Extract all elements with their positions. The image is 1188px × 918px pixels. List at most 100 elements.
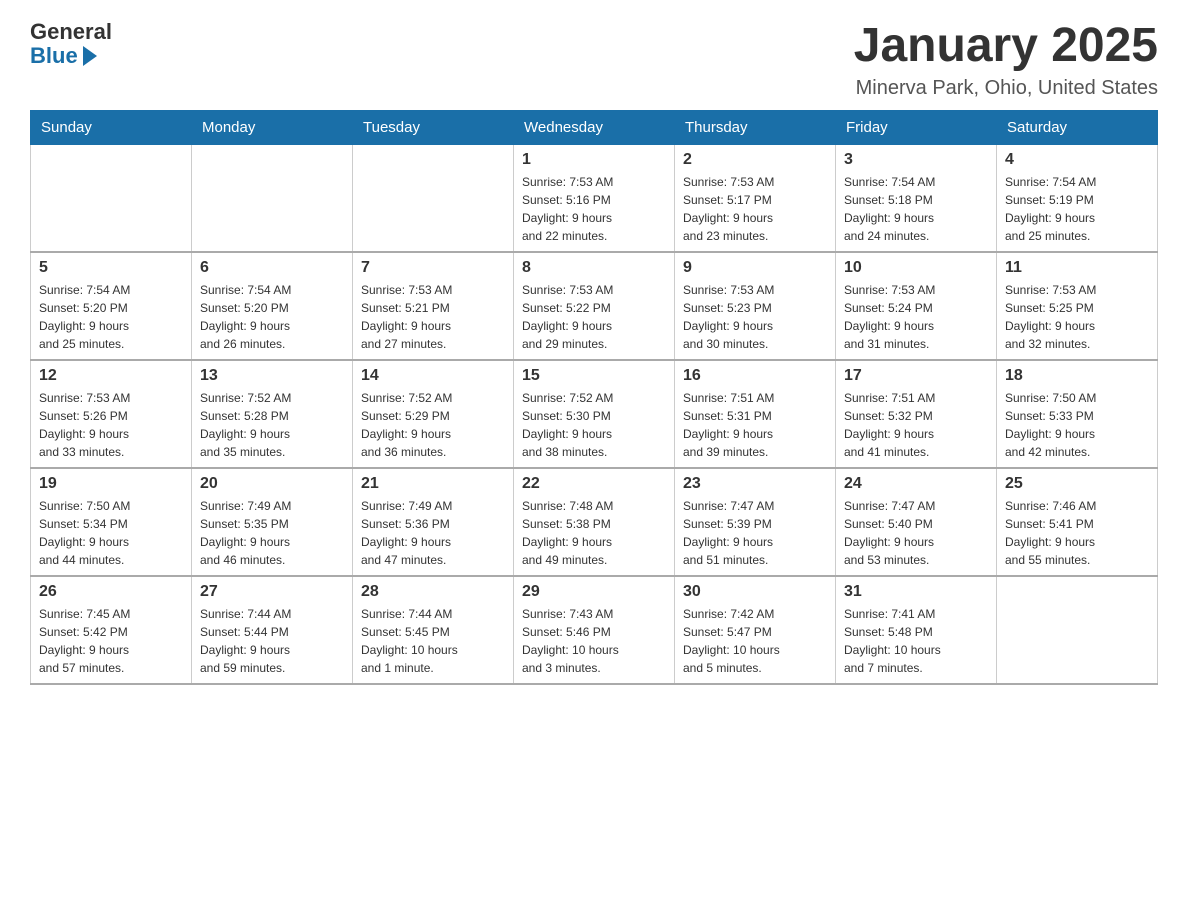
day-number: 4 xyxy=(1005,151,1149,169)
day-info: Sunrise: 7:53 AMSunset: 5:24 PMDaylight:… xyxy=(844,281,988,353)
day-info: Sunrise: 7:50 AMSunset: 5:33 PMDaylight:… xyxy=(1005,389,1149,461)
calendar-cell: 3Sunrise: 7:54 AMSunset: 5:18 PMDaylight… xyxy=(836,144,997,252)
day-info: Sunrise: 7:53 AMSunset: 5:17 PMDaylight:… xyxy=(683,173,827,245)
calendar-cell: 21 Sunrise: 7:49 AMSunset: 5:36 PMDayligh… xyxy=(353,468,514,576)
calendar-cell: 17Sunrise: 7:51 AMSunset: 5:32 PMDayligh… xyxy=(836,360,997,468)
calendar-cell: 1Sunrise: 7:53 AMSunset: 5:16 PMDaylight… xyxy=(514,144,675,252)
day-info: Sunrise: 7:53 AMSunset: 5:25 PMDaylight:… xyxy=(1005,281,1149,353)
day-number: 14 xyxy=(361,367,505,385)
week-row-5: 26 Sunrise: 7:45 AMSunset: 5:42 PMDayligh… xyxy=(31,576,1158,684)
week-row-4: 19 Sunrise: 7:50 AMSunset: 5:34 PMDayligh… xyxy=(31,468,1158,576)
calendar-cell xyxy=(353,144,514,252)
day-info: Sunrise: 7:53 AMSunset: 5:26 PMDaylight:… xyxy=(39,389,183,461)
day-info: Sunrise: 7:54 AMSunset: 5:20 PMDaylight:… xyxy=(39,281,183,353)
day-number: 25 xyxy=(1005,475,1149,493)
day-info: Sunrise: 7:52 AMSunset: 5:29 PMDaylight:… xyxy=(361,389,505,461)
calendar-cell: 10 Sunrise: 7:53 AMSunset: 5:24 PMDayligh… xyxy=(836,252,997,360)
day-number: 10 xyxy=(844,259,988,277)
calendar-cell: 6 Sunrise: 7:54 AMSunset: 5:20 PMDaylight… xyxy=(192,252,353,360)
day-info: Sunrise: 7:53 AMSunset: 5:22 PMDaylight:… xyxy=(522,281,666,353)
day-info: Sunrise: 7:53 AMSunset: 5:23 PMDaylight:… xyxy=(683,281,827,353)
day-info: Sunrise: 7:46 AMSunset: 5:41 PMDaylight:… xyxy=(1005,497,1149,569)
calendar-cell: 7Sunrise: 7:53 AMSunset: 5:21 PMDaylight… xyxy=(353,252,514,360)
day-number: 30 xyxy=(683,583,827,601)
day-number: 23 xyxy=(683,475,827,493)
day-number: 19 xyxy=(39,475,183,493)
day-info: Sunrise: 7:51 AMSunset: 5:31 PMDaylight:… xyxy=(683,389,827,461)
calendar-cell: 28Sunrise: 7:44 AMSunset: 5:45 PMDayligh… xyxy=(353,576,514,684)
day-number: 5 xyxy=(39,259,183,277)
calendar-cell: 11 Sunrise: 7:53 AMSunset: 5:25 PMDayligh… xyxy=(997,252,1158,360)
day-info: Sunrise: 7:41 AMSunset: 5:48 PMDaylight:… xyxy=(844,605,988,677)
calendar-title: January 2025 xyxy=(854,20,1158,73)
day-number: 18 xyxy=(1005,367,1149,385)
header-tuesday: Tuesday xyxy=(353,110,514,144)
calendar-cell: 19 Sunrise: 7:50 AMSunset: 5:34 PMDayligh… xyxy=(31,468,192,576)
day-number: 24 xyxy=(844,475,988,493)
day-number: 13 xyxy=(200,367,344,385)
day-number: 2 xyxy=(683,151,827,169)
day-number: 29 xyxy=(522,583,666,601)
header-sunday: Sunday xyxy=(31,110,192,144)
day-info: Sunrise: 7:47 AMSunset: 5:40 PMDaylight:… xyxy=(844,497,988,569)
day-info: Sunrise: 7:44 AMSunset: 5:44 PMDaylight:… xyxy=(200,605,344,677)
header-monday: Monday xyxy=(192,110,353,144)
day-number: 28 xyxy=(361,583,505,601)
logo-blue: Blue xyxy=(30,44,78,68)
day-number: 27 xyxy=(200,583,344,601)
calendar-cell: 14 Sunrise: 7:52 AMSunset: 5:29 PMDayligh… xyxy=(353,360,514,468)
day-info: Sunrise: 7:47 AMSunset: 5:39 PMDaylight:… xyxy=(683,497,827,569)
header-saturday: Saturday xyxy=(997,110,1158,144)
calendar-cell xyxy=(31,144,192,252)
day-number: 26 xyxy=(39,583,183,601)
day-info: Sunrise: 7:43 AMSunset: 5:46 PMDaylight:… xyxy=(522,605,666,677)
day-number: 16 xyxy=(683,367,827,385)
day-info: Sunrise: 7:48 AMSunset: 5:38 PMDaylight:… xyxy=(522,497,666,569)
calendar-cell: 27 Sunrise: 7:44 AMSunset: 5:44 PMDayligh… xyxy=(192,576,353,684)
day-info: Sunrise: 7:49 AMSunset: 5:35 PMDaylight:… xyxy=(200,497,344,569)
week-row-3: 12 Sunrise: 7:53 AMSunset: 5:26 PMDayligh… xyxy=(31,360,1158,468)
calendar-header-row: SundayMondayTuesdayWednesdayThursdayFrid… xyxy=(31,110,1158,144)
day-info: Sunrise: 7:54 AMSunset: 5:19 PMDaylight:… xyxy=(1005,173,1149,245)
calendar-cell xyxy=(997,576,1158,684)
day-info: Sunrise: 7:50 AMSunset: 5:34 PMDaylight:… xyxy=(39,497,183,569)
day-number: 11 xyxy=(1005,259,1149,277)
calendar-cell: 22 Sunrise: 7:48 AMSunset: 5:38 PMDayligh… xyxy=(514,468,675,576)
header-wednesday: Wednesday xyxy=(514,110,675,144)
calendar-cell: 13 Sunrise: 7:52 AMSunset: 5:28 PMDayligh… xyxy=(192,360,353,468)
calendar-cell: 24 Sunrise: 7:47 AMSunset: 5:40 PMDayligh… xyxy=(836,468,997,576)
calendar-cell xyxy=(192,144,353,252)
calendar-table: SundayMondayTuesdayWednesdayThursdayFrid… xyxy=(30,110,1158,685)
calendar-cell: 20Sunrise: 7:49 AMSunset: 5:35 PMDayligh… xyxy=(192,468,353,576)
calendar-cell: 31 Sunrise: 7:41 AMSunset: 5:48 PMDayligh… xyxy=(836,576,997,684)
day-number: 12 xyxy=(39,367,183,385)
day-number: 17 xyxy=(844,367,988,385)
day-info: Sunrise: 7:54 AMSunset: 5:18 PMDaylight:… xyxy=(844,173,988,245)
title-block: January 2025 Minerva Park, Ohio, United … xyxy=(854,20,1158,100)
day-info: Sunrise: 7:49 AMSunset: 5:36 PMDaylight:… xyxy=(361,497,505,569)
calendar-cell: 4 Sunrise: 7:54 AMSunset: 5:19 PMDaylight… xyxy=(997,144,1158,252)
calendar-cell: 29 Sunrise: 7:43 AMSunset: 5:46 PMDayligh… xyxy=(514,576,675,684)
day-number: 9 xyxy=(683,259,827,277)
day-number: 21 xyxy=(361,475,505,493)
day-info: Sunrise: 7:52 AMSunset: 5:30 PMDaylight:… xyxy=(522,389,666,461)
day-info: Sunrise: 7:53 AMSunset: 5:21 PMDaylight:… xyxy=(361,281,505,353)
calendar-cell: 23 Sunrise: 7:47 AMSunset: 5:39 PMDayligh… xyxy=(675,468,836,576)
calendar-cell: 15 Sunrise: 7:52 AMSunset: 5:30 PMDayligh… xyxy=(514,360,675,468)
header-friday: Friday xyxy=(836,110,997,144)
day-info: Sunrise: 7:54 AMSunset: 5:20 PMDaylight:… xyxy=(200,281,344,353)
day-number: 1 xyxy=(522,151,666,169)
day-number: 6 xyxy=(200,259,344,277)
day-info: Sunrise: 7:52 AMSunset: 5:28 PMDaylight:… xyxy=(200,389,344,461)
calendar-cell: 9 Sunrise: 7:53 AMSunset: 5:23 PMDaylight… xyxy=(675,252,836,360)
calendar-cell: 2 Sunrise: 7:53 AMSunset: 5:17 PMDaylight… xyxy=(675,144,836,252)
day-number: 15 xyxy=(522,367,666,385)
day-number: 31 xyxy=(844,583,988,601)
logo-general: General xyxy=(30,20,112,44)
page-header: General Blue January 2025 Minerva Park, … xyxy=(30,20,1158,100)
calendar-cell: 25 Sunrise: 7:46 AMSunset: 5:41 PMDayligh… xyxy=(997,468,1158,576)
week-row-1: 1Sunrise: 7:53 AMSunset: 5:16 PMDaylight… xyxy=(31,144,1158,252)
calendar-cell: 12 Sunrise: 7:53 AMSunset: 5:26 PMDayligh… xyxy=(31,360,192,468)
day-info: Sunrise: 7:45 AMSunset: 5:42 PMDaylight:… xyxy=(39,605,183,677)
day-number: 22 xyxy=(522,475,666,493)
